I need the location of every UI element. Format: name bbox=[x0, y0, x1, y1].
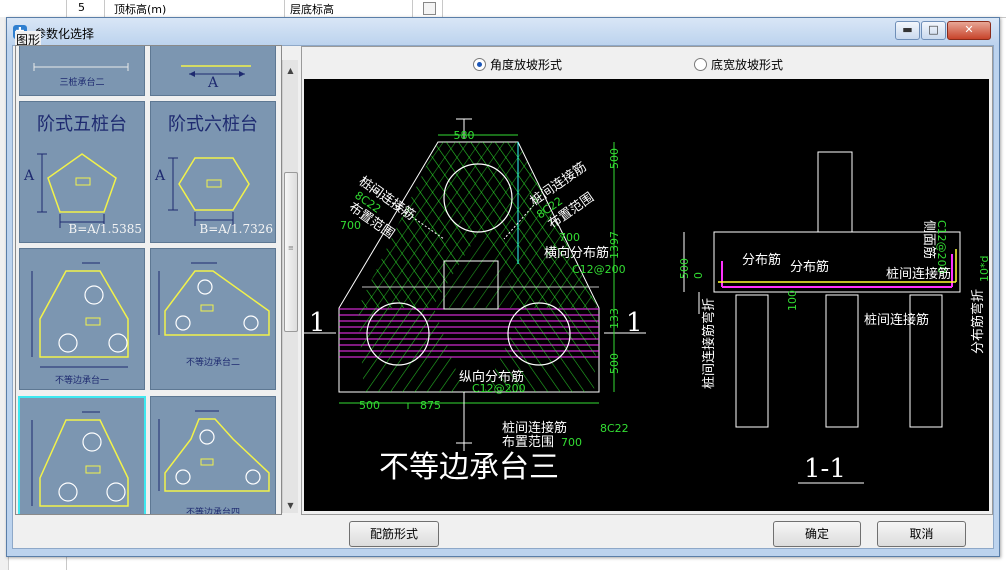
dim-top-500: 500 bbox=[608, 148, 621, 169]
label-dist-bend: 分布筋弯折 bbox=[970, 289, 986, 354]
dim-1397: 1397 bbox=[608, 231, 621, 259]
thumb-stepped-six-pile-cap[interactable]: 阶式六桩台 A B=A/1.7326 bbox=[150, 101, 276, 243]
label-left-range-value: 700 bbox=[340, 219, 361, 232]
dim-875: 875 bbox=[420, 399, 441, 412]
label-dist-rebar-2: 分布筋 bbox=[790, 259, 829, 275]
thumb-unequal-cap-2[interactable]: 不等边承台二 bbox=[150, 248, 276, 390]
thumb-formula: B=A/1.7326 bbox=[199, 222, 273, 236]
maximize-button[interactable]: □ bbox=[921, 21, 946, 40]
label-bottom-rebar-spec: 8C22 bbox=[600, 422, 629, 435]
dim-section-10d: 10*d bbox=[978, 256, 989, 282]
thumb-shape-a[interactable]: A bbox=[150, 46, 276, 96]
row-value: 层底标高 bbox=[290, 3, 334, 16]
thumb-stepped-five-pile-cap[interactable]: 阶式五桩台 A B=A/1.5385 bbox=[19, 101, 145, 243]
thumb-shape-drawing bbox=[158, 410, 270, 492]
section-mark-left: 1 bbox=[309, 308, 326, 338]
radio-unchecked-icon bbox=[694, 57, 707, 71]
row-checkbox[interactable] bbox=[423, 2, 436, 15]
thumb-shape-drawing bbox=[158, 262, 270, 336]
dim-section-500: 500 bbox=[678, 258, 691, 279]
cell-divider bbox=[412, 0, 413, 17]
scroll-down-arrow-icon[interactable]: ▼ bbox=[283, 499, 298, 513]
shape-thumbnail-list: 三桩承台二 A 阶式五桩台 A B=A/1.5385 阶式六桩台 A B=A/1… bbox=[15, 45, 282, 515]
label-bottom-rebar: 桩间连接筋 bbox=[502, 420, 567, 436]
label-cross-rebar: 横向分布筋 bbox=[544, 245, 609, 261]
dim-133: 133 bbox=[608, 308, 621, 329]
section-view bbox=[683, 151, 961, 428]
dim-section-100: 100 bbox=[786, 290, 799, 311]
radio-width-slope[interactable]: 底宽放坡形式 bbox=[694, 57, 784, 72]
background-table-row: 5 顶标高(m) 层底标高 bbox=[0, 0, 1006, 18]
cell-divider bbox=[66, 0, 67, 17]
title-bar[interactable]: ✚ 参数化选择 ▬ □ ✕ bbox=[7, 18, 999, 45]
label-bottom-range: 布置范围 bbox=[502, 435, 554, 450]
rebar-form-button[interactable]: 配筋形式 bbox=[349, 521, 439, 547]
label-pile-rebar: 桩间连接筋 bbox=[886, 266, 951, 282]
dim-left-500: 500 bbox=[359, 399, 380, 412]
dim-top-width: 580 bbox=[454, 129, 475, 142]
background-grid-line bbox=[66, 555, 67, 570]
label-cross-rebar-spec: C12@200 bbox=[572, 263, 626, 276]
dim-section-0: 0 bbox=[692, 272, 705, 279]
radio-label: 角度放坡形式 bbox=[490, 57, 563, 72]
label-side-rebar-spec: C12@200 bbox=[935, 220, 948, 274]
plan-view bbox=[304, 118, 646, 451]
radio-angle-slope[interactable]: 角度放坡形式 bbox=[473, 57, 563, 72]
close-button[interactable]: ✕ bbox=[947, 21, 991, 40]
thumb-side-letter: A bbox=[155, 168, 166, 184]
drawing-canvas[interactable]: 580 桩间连接筋 8C22 布置范围 700 桩间连接筋 8C22 布置范围 … bbox=[304, 79, 991, 511]
cell-divider bbox=[442, 0, 443, 17]
thumb-side-letter: A bbox=[24, 168, 35, 184]
section-mark-right: 1 bbox=[626, 308, 643, 338]
thumb-three-pile-cap-2[interactable]: 三桩承台二 bbox=[19, 46, 145, 96]
drawing-title: 不等边承台三 bbox=[379, 450, 559, 485]
label-bottom-range-value: 700 bbox=[561, 436, 582, 449]
label-long-rebar-spec: C12@200 bbox=[472, 382, 526, 395]
cell-divider bbox=[284, 0, 285, 17]
thumbnail-scrollbar[interactable]: ▲ ≡ ▼ bbox=[282, 60, 298, 513]
grip-icon: ≡ bbox=[288, 244, 294, 252]
dim-bottom-500: 500 bbox=[608, 353, 621, 374]
thumb-unequal-cap-4[interactable]: 不等边承台四 bbox=[150, 396, 276, 515]
scrollbar-thumb[interactable]: ≡ bbox=[284, 172, 298, 332]
dialog-title: 参数化选择 bbox=[34, 27, 95, 41]
thumb-letter: A bbox=[207, 75, 219, 91]
cad-drawing: 580 桩间连接筋 8C22 布置范围 700 桩间连接筋 8C22 布置范围 … bbox=[304, 118, 991, 485]
thumb-unequal-cap-1[interactable]: 不等边承台一 bbox=[19, 248, 145, 390]
thumb-formula: B=A/1.5385 bbox=[68, 222, 142, 236]
thumb-shape-drawing bbox=[31, 262, 129, 368]
row-name: 顶标高(m) bbox=[114, 3, 167, 16]
thumb-caption: 不等边承台一 bbox=[54, 376, 109, 386]
thumb-caption: 不等边承台四 bbox=[185, 508, 240, 515]
cell-divider bbox=[104, 0, 105, 17]
thumb-caption: 不等边承台二 bbox=[185, 358, 240, 368]
thumb-title: 阶式六桩台 bbox=[168, 114, 258, 135]
radio-checked-icon bbox=[473, 57, 486, 71]
label-right-range-value: 700 bbox=[559, 231, 580, 244]
thumb-title: 阶式五桩台 bbox=[37, 114, 127, 135]
thumb-unequal-cap-3-selected[interactable] bbox=[18, 396, 146, 514]
thumb-caption: 三桩承台二 bbox=[59, 78, 105, 88]
scroll-up-arrow-icon[interactable]: ▲ bbox=[283, 64, 298, 78]
cancel-button[interactable]: 取消 bbox=[877, 521, 966, 547]
label-pile-bend: 桩间连接筋弯折 bbox=[701, 298, 717, 389]
row-index: 5 bbox=[78, 1, 85, 14]
minimize-button[interactable]: ▬ bbox=[895, 21, 920, 40]
section-title: 1-1 bbox=[804, 454, 846, 484]
ok-button[interactable]: 确定 bbox=[773, 521, 861, 547]
label-side-rebar: 侧面筋 bbox=[921, 220, 937, 259]
thumb-shape-drawing bbox=[31, 411, 129, 507]
label-pile-rebar-bottom: 桩间连接筋 bbox=[864, 312, 929, 328]
label-dist-rebar-1: 分布筋 bbox=[742, 252, 781, 268]
radio-label: 底宽放坡形式 bbox=[711, 57, 784, 72]
